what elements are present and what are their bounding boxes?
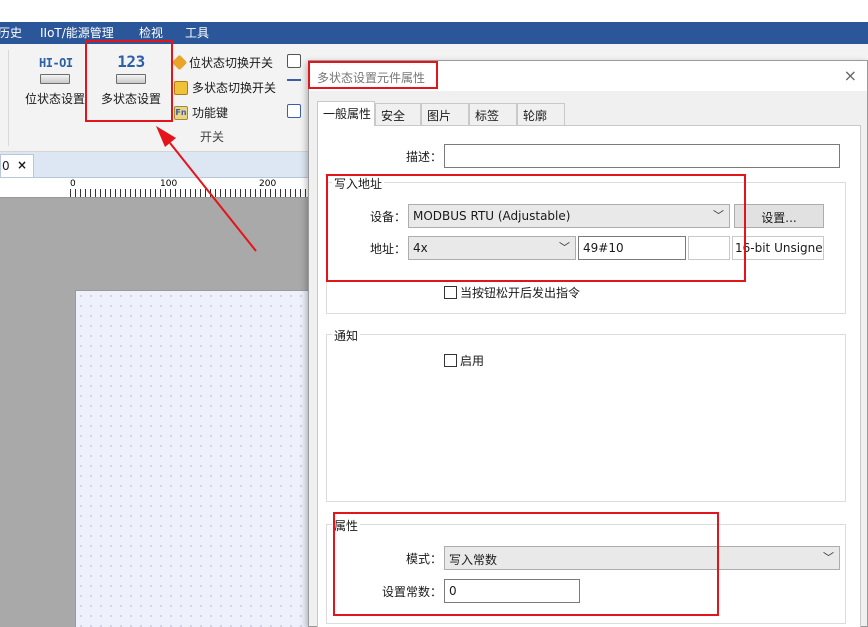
description-input[interactable]	[444, 144, 840, 168]
address-label: 地址：	[370, 242, 407, 256]
menu-history[interactable]: 历史	[0, 25, 22, 41]
tab-picture[interactable]: 图片	[421, 103, 469, 125]
multi-state-switch-button[interactable]: 多状态切换开关	[174, 79, 276, 96]
dialog-title: 多状态设置元件属性	[317, 71, 426, 85]
chevron-down-icon: ﹀	[823, 551, 834, 564]
bit-state-icon-text: HI-OI	[39, 56, 73, 70]
release-command-checkbox[interactable]: 当按钮松开后发出指令	[444, 284, 580, 301]
list-icon	[287, 54, 301, 68]
function-key-icon: Fn	[174, 105, 188, 120]
multi-state-label: 多状态设置	[100, 92, 161, 106]
slider-icon	[287, 79, 301, 81]
multi-state-properties-dialog: 多状态设置元件属性 × 一般属性 安全 图片 标签 轮廓 描述： 写入地址 设备…	[308, 60, 868, 627]
notification-enable-label: 启用	[460, 354, 485, 368]
bit-switch-icon	[171, 54, 188, 71]
notification-title: 通知	[332, 327, 361, 344]
multi-switch-label: 多状态切换开关	[192, 81, 277, 95]
attributes-group	[326, 524, 846, 624]
notification-group	[326, 334, 846, 502]
checkbox-box	[444, 354, 457, 367]
top-strip	[0, 0, 868, 22]
button-base-shape	[40, 74, 70, 84]
button-base-shape	[116, 74, 146, 84]
chevron-down-icon: ﹀	[559, 241, 570, 254]
mode-value: 写入常数	[449, 553, 498, 567]
dialog-title-bar[interactable]: 多状态设置元件属性 ×	[309, 61, 867, 91]
chevron-down-icon: ﹀	[713, 209, 724, 222]
menu-bar: 历史 IIoT/能源管理 检视 工具	[0, 22, 868, 44]
close-icon[interactable]: ×	[844, 66, 857, 85]
document-tab[interactable]: 0 ×	[0, 154, 34, 177]
mode-select[interactable]: 写入常数 ﹀	[444, 546, 840, 570]
menu-view[interactable]: 检视	[139, 25, 163, 41]
tab-security[interactable]: 安全	[375, 103, 421, 125]
function-key-button[interactable]: Fn 功能键	[174, 104, 228, 121]
write-address-title: 写入地址	[332, 175, 385, 192]
bit-state-label: 位状态设置	[24, 92, 85, 106]
ruler-label: 200	[259, 179, 277, 189]
bit-state-icon: HI-OI	[39, 54, 73, 84]
bit-switch-label: 位状态切换开关	[189, 56, 274, 70]
address-input[interactable]: 49#10	[578, 236, 686, 260]
ruler-label: 100	[160, 179, 178, 189]
ribbon-separator	[8, 50, 9, 146]
device-settings-button[interactable]: 设置...	[734, 204, 824, 228]
multi-state-setting-button[interactable]: 123 多状态设置	[96, 52, 166, 107]
device-label: 设备：	[370, 210, 407, 224]
constant-input[interactable]: 0	[444, 579, 580, 603]
constant-label: 设置常数：	[382, 585, 443, 599]
bit-state-switch-button[interactable]: 位状态切换开关	[171, 54, 274, 71]
document-tab-number: 0	[2, 159, 10, 173]
address-suffix-input[interactable]	[688, 236, 730, 260]
ruler-label: 0	[70, 179, 76, 189]
device-value: MODBUS RTU (Adjustable)	[413, 209, 571, 223]
close-tab-icon[interactable]: ×	[17, 158, 27, 172]
tab-label[interactable]: 标签	[469, 103, 517, 125]
menu-iiot[interactable]: IIoT/能源管理	[40, 25, 114, 41]
address-type-select[interactable]: 4x ﹀	[408, 236, 576, 260]
document-tab-bar: 0 ×	[0, 152, 310, 178]
design-page[interactable]	[75, 290, 310, 627]
device-select[interactable]: MODBUS RTU (Adjustable) ﹀	[408, 204, 730, 228]
ribbon-overflow-item[interactable]	[287, 54, 301, 68]
ribbon-overflow-item[interactable]	[287, 79, 301, 81]
address-type-value: 4x	[413, 241, 428, 255]
data-format-display: 16-bit Unsigned	[732, 236, 824, 260]
ribbon-group-label: 开关	[200, 130, 225, 144]
mode-label: 模式：	[406, 552, 443, 566]
multi-state-icon-text: 123	[117, 52, 145, 71]
multi-state-icon: 123	[115, 52, 147, 84]
tab-outline[interactable]: 轮廓	[517, 103, 565, 125]
attributes-title: 属性	[332, 517, 361, 534]
notification-enable-checkbox[interactable]: 启用	[444, 352, 484, 369]
function-key-label: 功能键	[192, 106, 229, 120]
horizontal-ruler: 0 100 200	[0, 178, 310, 198]
menu-tools[interactable]: 工具	[185, 25, 209, 41]
general-panel: 描述： 写入地址 设备： MODBUS RTU (Adjustable) ﹀ 设…	[317, 125, 861, 627]
bit-state-setting-button[interactable]: HI-OI 位状态设置	[20, 54, 90, 107]
multi-switch-icon	[174, 80, 188, 95]
ribbon-overflow-item[interactable]	[287, 104, 301, 118]
checkbox-box	[444, 286, 457, 299]
ruler-ticks	[70, 189, 310, 197]
editor-canvas[interactable]	[0, 198, 310, 627]
release-command-label: 当按钮松开后发出指令	[460, 286, 581, 300]
description-label: 描述：	[406, 150, 443, 164]
tab-general[interactable]: 一般属性	[317, 101, 375, 126]
panel-icon	[287, 104, 301, 118]
